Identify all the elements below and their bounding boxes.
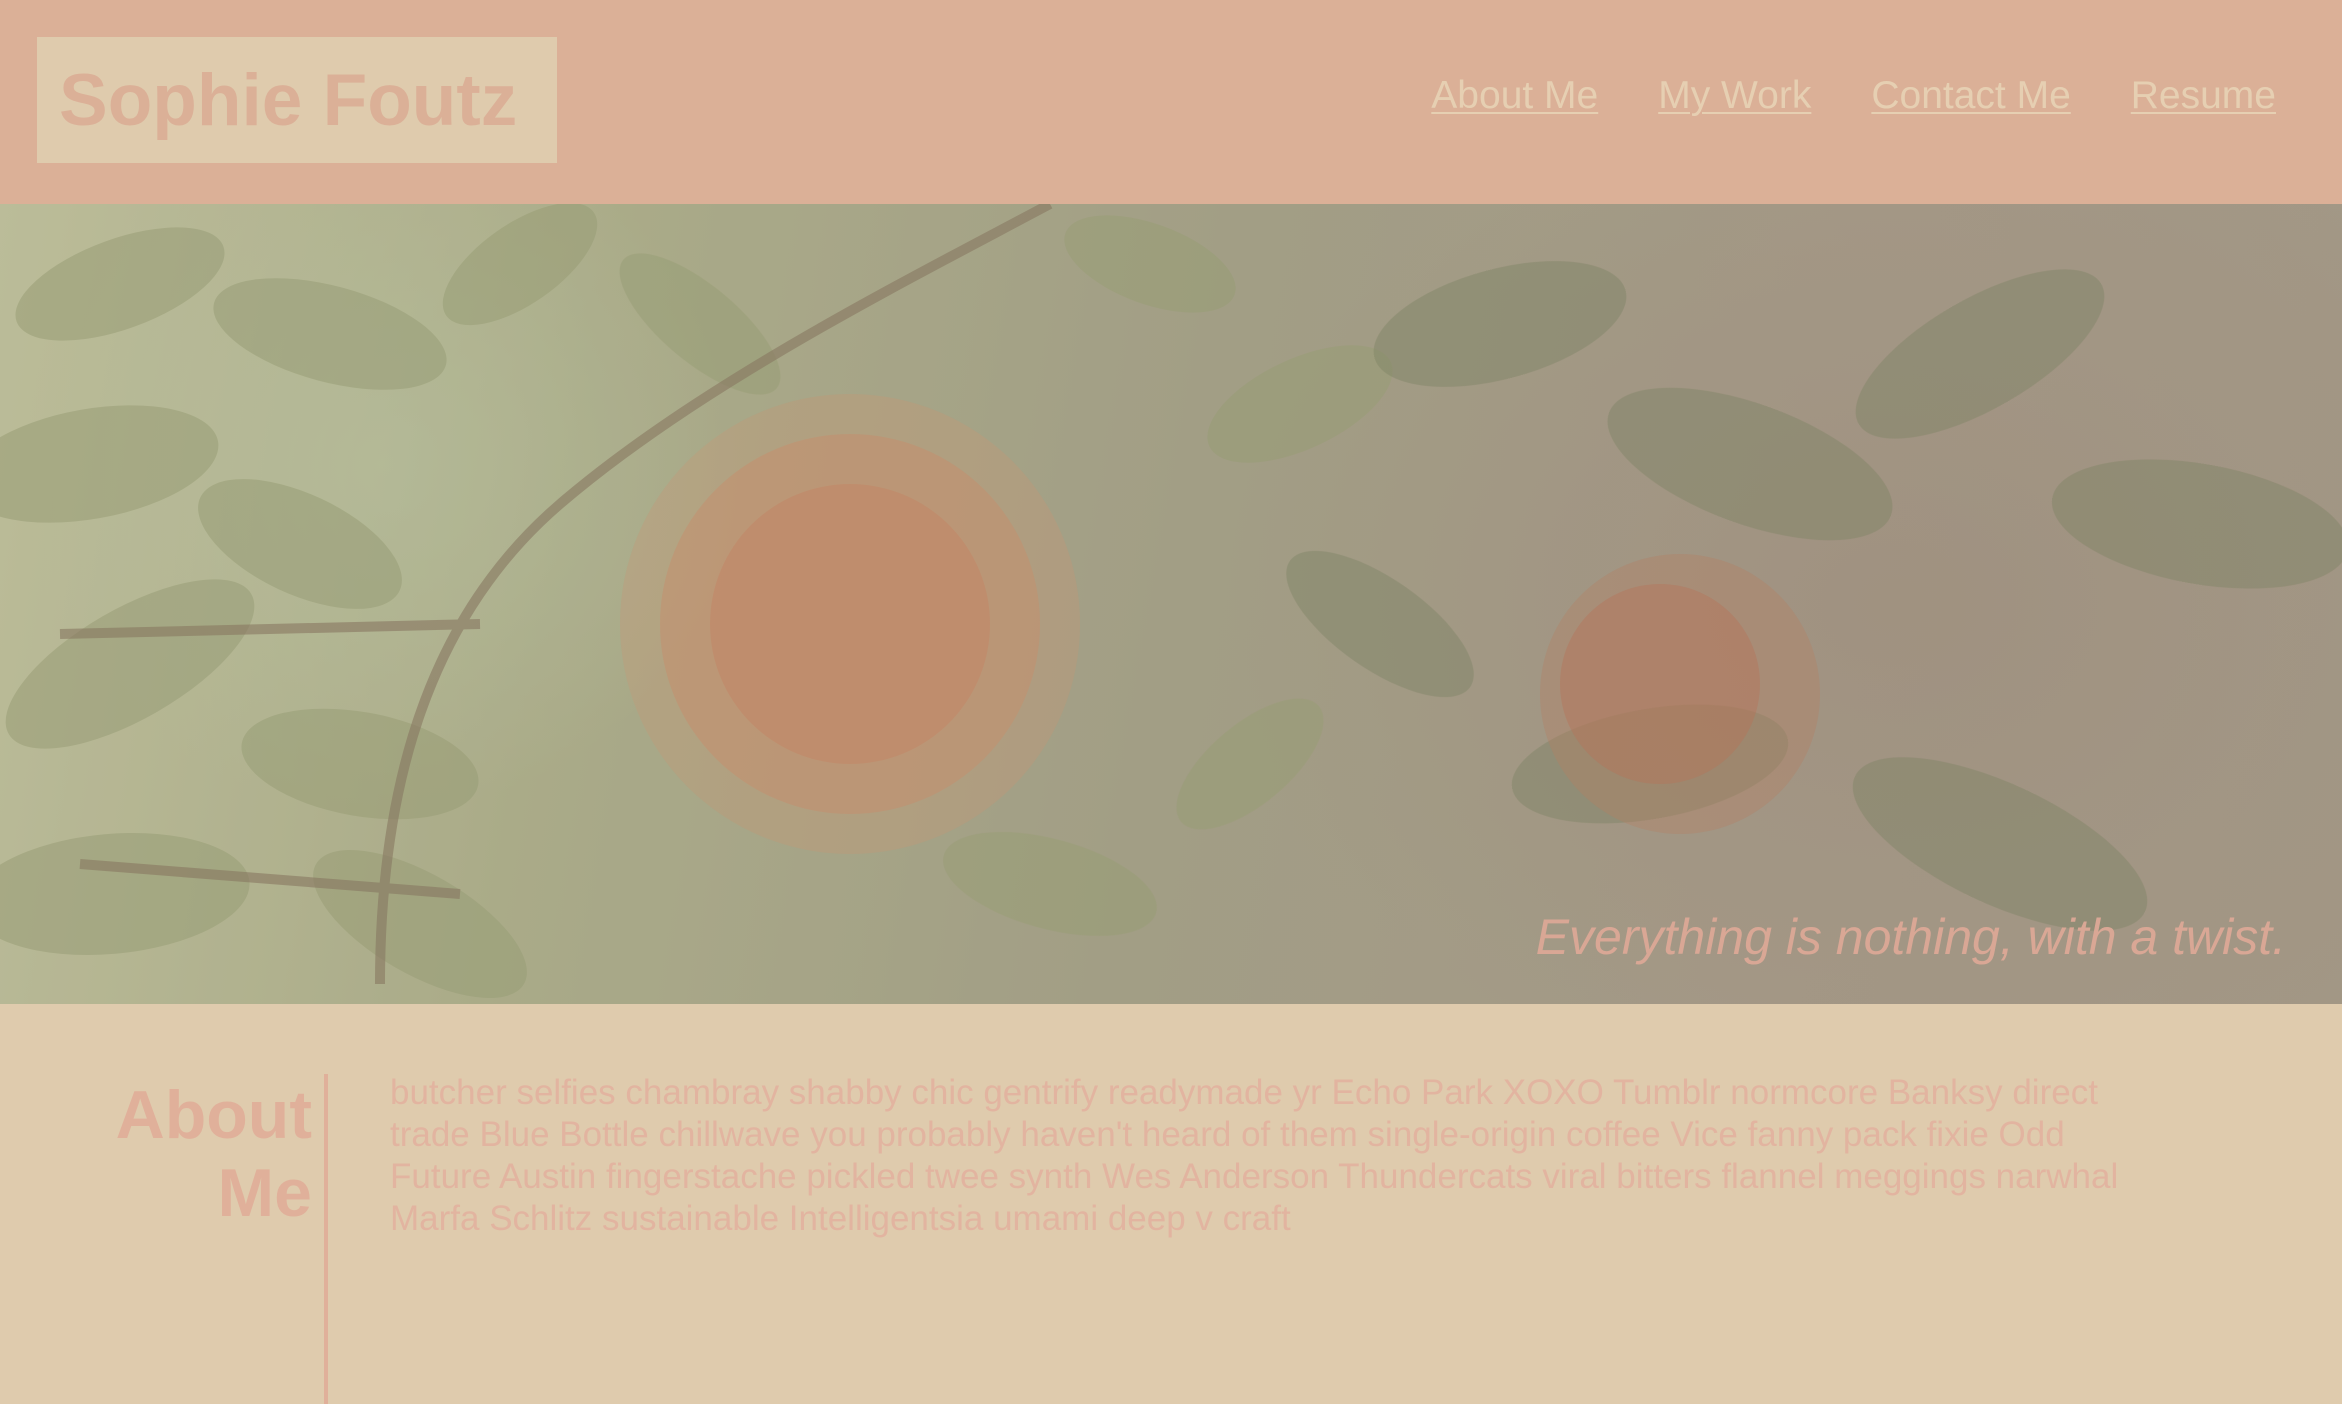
about-body-text: butcher selfies chambray shabby chic gen… xyxy=(390,1073,2119,1238)
hero-overlay xyxy=(0,204,2342,1004)
about-divider xyxy=(324,1074,328,1404)
nav-link-about-me[interactable]: About Me xyxy=(1431,74,1598,118)
site-logo[interactable]: Sophie Foutz xyxy=(37,37,557,163)
nav-link-contact-me[interactable]: Contact Me xyxy=(1871,74,2070,118)
about-section: About Me butcher selfies chambray shabby… xyxy=(0,1004,2342,1404)
about-heading: About Me xyxy=(116,1076,312,1232)
hero-tagline: Everything is nothing, with a twist. xyxy=(1535,909,2286,965)
site-header: Sophie Foutz About Me My Work Contact Me… xyxy=(0,0,2342,204)
site-title: Sophie Foutz xyxy=(59,59,518,141)
main-nav: About Me My Work Contact Me Resume xyxy=(1431,74,2276,118)
hero-banner: Everything is nothing, with a twist. xyxy=(0,204,2342,1004)
nav-link-resume[interactable]: Resume xyxy=(2131,74,2276,118)
about-heading-line-1: About xyxy=(115,1077,312,1153)
nav-link-my-work[interactable]: My Work xyxy=(1658,74,1811,118)
about-heading-line-2: Me xyxy=(217,1155,312,1231)
